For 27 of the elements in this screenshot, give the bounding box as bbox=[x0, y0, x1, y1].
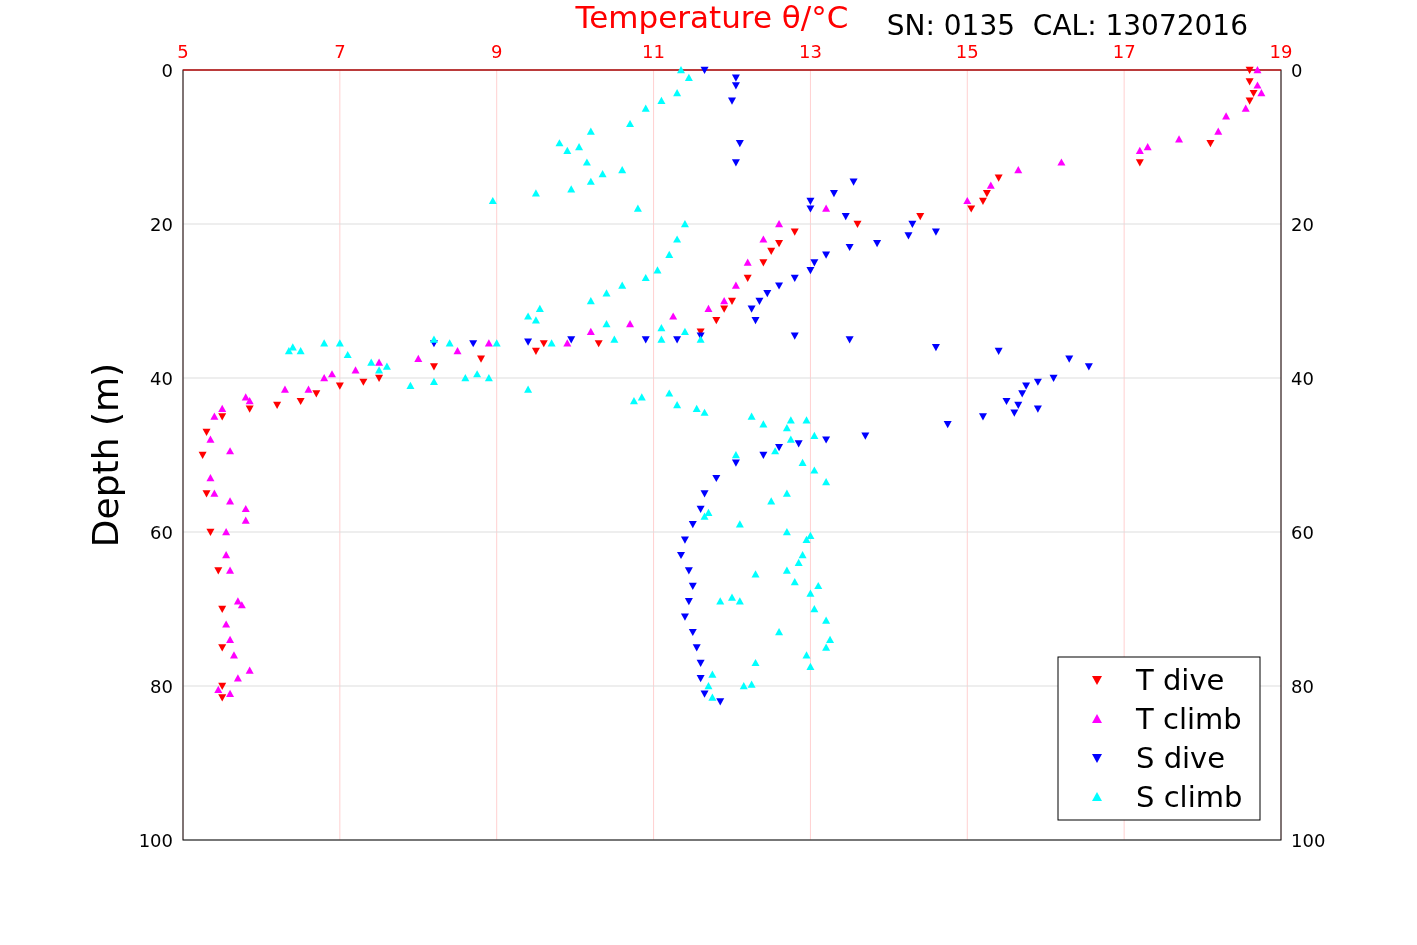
legend-label: S climb bbox=[1136, 780, 1243, 814]
x-tick-label: 5 bbox=[177, 41, 189, 62]
x-tick-label: 13 bbox=[799, 41, 822, 62]
x-tick-label: 9 bbox=[491, 41, 503, 62]
x-tick-label: 17 bbox=[1112, 41, 1136, 62]
y-tick-label: 100 bbox=[138, 830, 173, 851]
y-tick-label: 60 bbox=[1291, 522, 1314, 543]
y-tick-label: 20 bbox=[1291, 214, 1314, 235]
y-tick-label: 100 bbox=[1291, 830, 1326, 851]
y-tick-label: 20 bbox=[150, 214, 173, 235]
serial-calibration-label: SN: 0135 CAL: 13072016 bbox=[886, 9, 1248, 42]
x-tick-label: 7 bbox=[334, 41, 346, 62]
y-tick-label: 40 bbox=[150, 368, 173, 389]
y-tick-label: 0 bbox=[1291, 60, 1303, 81]
y-tick-label: 40 bbox=[1291, 368, 1314, 389]
x-tick-label: 19 bbox=[1269, 41, 1293, 62]
legend-label: T climb bbox=[1136, 702, 1242, 736]
x-tick-label: 15 bbox=[955, 41, 979, 62]
x-tick-label: 11 bbox=[642, 41, 665, 62]
legend-label: T dive bbox=[1136, 663, 1225, 697]
y-tick-label: 60 bbox=[150, 522, 173, 543]
y-axis-label: Depth (m) bbox=[85, 362, 126, 548]
chart-title: Temperature θ/°C bbox=[575, 0, 849, 35]
y-tick-label: 0 bbox=[161, 60, 173, 81]
y-tick-label: 80 bbox=[150, 676, 173, 697]
y-tick-label: 80 bbox=[1291, 676, 1314, 697]
legend-label: S dive bbox=[1136, 741, 1226, 775]
